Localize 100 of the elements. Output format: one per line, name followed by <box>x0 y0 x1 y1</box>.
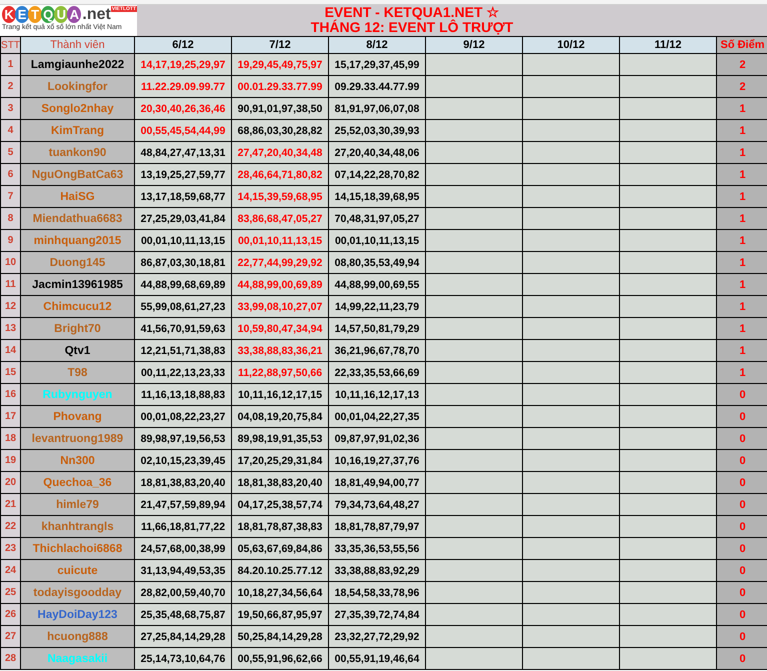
row-number: 3 <box>1 98 20 119</box>
numbers-cell: 27,47,20,40,34,48 <box>232 142 328 163</box>
score: 0 <box>717 604 767 625</box>
score: 1 <box>717 296 767 317</box>
numbers-cell: 14,99,22,11,23,79 <box>329 296 425 317</box>
logo-letter: E <box>15 6 30 23</box>
numbers-cell: 00,01,10,11,13,15 <box>329 230 425 251</box>
numbers-cell: 18,81,78,87,79,97 <box>329 516 425 537</box>
numbers-cell: 50,25,84,14,29,28 <box>232 626 328 647</box>
member-name: himle79 <box>21 494 134 515</box>
row-number: 21 <box>1 494 20 515</box>
numbers-cell: 22,33,35,53,66,69 <box>329 362 425 383</box>
member-name: Phovang <box>21 406 134 427</box>
score: 0 <box>717 494 767 515</box>
row-number: 18 <box>1 428 20 449</box>
numbers-cell: 70,48,31,97,05,27 <box>329 208 425 229</box>
member-name: HayDoiDay123 <box>21 604 134 625</box>
numbers-cell: 25,52,03,30,39,93 <box>329 120 425 141</box>
numbers-cell: 00,55,91,19,46,64 <box>329 648 425 669</box>
numbers-cell: 33,99,08,10,27,07 <box>232 296 328 317</box>
row-number: 12 <box>1 296 20 317</box>
score: 0 <box>717 428 767 449</box>
numbers-cell: 48,84,27,47,13,31 <box>135 142 231 163</box>
numbers-cell: 18,81,38,83,20,40 <box>135 472 231 493</box>
row-number: 13 <box>1 318 20 339</box>
score: 1 <box>717 142 767 163</box>
score: 1 <box>717 208 767 229</box>
member-name: Lookingfor <box>21 76 134 97</box>
numbers-cell: 23,32,27,72,29,92 <box>329 626 425 647</box>
numbers-cell: 14,15,18,39,68,95 <box>329 186 425 207</box>
numbers-cell: 28,46,64,71,80,82 <box>232 164 328 185</box>
member-name: Nn300 <box>21 450 134 471</box>
row-number: 4 <box>1 120 20 141</box>
numbers-cell: 11.22.29.09.99.77 <box>135 76 231 97</box>
numbers-cell: 41,56,70,91,59,63 <box>135 318 231 339</box>
numbers-cell: 00,01,10,11,13,15 <box>232 230 328 251</box>
score: 0 <box>717 626 767 647</box>
numbers-cell: 27,20,40,34,48,06 <box>329 142 425 163</box>
numbers-cell: 20,30,40,26,36,46 <box>135 98 231 119</box>
numbers-cell: 14,15,39,59,68,95 <box>232 186 328 207</box>
numbers-cell: 12,21,51,71,38,83 <box>135 340 231 361</box>
numbers-cell: 44,88,99,68,69,89 <box>135 274 231 295</box>
numbers-cell: 27,35,39,72,74,84 <box>329 604 425 625</box>
numbers-cell: 04,08,19,20,75,84 <box>232 406 328 427</box>
numbers-cell: 27,25,84,14,29,28 <box>135 626 231 647</box>
row-number: 8 <box>1 208 20 229</box>
row-number: 23 <box>1 538 20 559</box>
numbers-cell: 18,81,38,83,20,40 <box>232 472 328 493</box>
numbers-cell: 00,55,45,54,44,99 <box>135 120 231 141</box>
numbers-cell: 22,77,44,99,29,92 <box>232 252 328 273</box>
numbers-cell: 08,80,35,53,49,94 <box>329 252 425 273</box>
numbers-cell: 55,99,08,61,27,23 <box>135 296 231 317</box>
numbers-cell: 44,88,99,00,69,89 <box>232 274 328 295</box>
numbers-cell: 10,11,16,12,17,13 <box>329 384 425 405</box>
numbers-cell: 89,98,19,91,35,53 <box>232 428 328 449</box>
numbers-cell: 18,81,49,94,00,77 <box>329 472 425 493</box>
row-number: 17 <box>1 406 20 427</box>
column-header: 10/12 <box>523 37 619 53</box>
member-name: levantruong1989 <box>21 428 134 449</box>
numbers-cell: 79,34,73,64,48,27 <box>329 494 425 515</box>
row-number: 1 <box>1 54 20 75</box>
event-title: THÁNG 12: EVENT LÔ TRƯỢT <box>310 20 514 35</box>
numbers-cell: 09.29.33.44.77.99 <box>329 76 425 97</box>
column-header: Số Điểm <box>717 37 767 53</box>
score: 1 <box>717 164 767 185</box>
score: 0 <box>717 472 767 493</box>
member-name: T98 <box>21 362 134 383</box>
numbers-cell: 00,11,22,13,23,33 <box>135 362 231 383</box>
score: 1 <box>717 318 767 339</box>
member-name: todayisgoodday <box>21 582 134 603</box>
member-name: Jacmin13961985 <box>21 274 134 295</box>
numbers-cell: 24,57,68,00,38,99 <box>135 538 231 559</box>
numbers-cell: 33,38,88,83,36,21 <box>232 340 328 361</box>
row-number: 5 <box>1 142 20 163</box>
member-name: khanhtrangls <box>21 516 134 537</box>
column-header: 9/12 <box>426 37 522 53</box>
numbers-cell: 00,01,10,11,13,15 <box>135 230 231 251</box>
numbers-cell: 13,19,25,27,59,77 <box>135 164 231 185</box>
numbers-cell: 19,50,66,87,95,97 <box>232 604 328 625</box>
numbers-cell: 18,54,58,33,78,96 <box>329 582 425 603</box>
score: 1 <box>717 252 767 273</box>
score: 0 <box>717 648 767 669</box>
member-name: Bright70 <box>21 318 134 339</box>
score: 0 <box>717 516 767 537</box>
numbers-cell: 05,63,67,69,84,86 <box>232 538 328 559</box>
score: 1 <box>717 120 767 141</box>
member-name: Thichlachoi6868 <box>21 538 134 559</box>
row-number: 26 <box>1 604 20 625</box>
score: 2 <box>717 76 767 97</box>
row-number: 16 <box>1 384 20 405</box>
numbers-cell: 68,86,03,30,28,82 <box>232 120 328 141</box>
member-name: Quechoa_36 <box>21 472 134 493</box>
numbers-cell: 14,57,50,81,79,29 <box>329 318 425 339</box>
logo-letter: K <box>2 6 16 23</box>
numbers-cell: 14,17,19,25,29,97 <box>135 54 231 75</box>
member-name: Lamgiaunhe2022 <box>21 54 134 75</box>
score: 0 <box>717 582 767 603</box>
numbers-cell: 09,87,97,91,02,36 <box>329 428 425 449</box>
numbers-cell: 44,88,99,00,69,55 <box>329 274 425 295</box>
score: 0 <box>717 384 767 405</box>
